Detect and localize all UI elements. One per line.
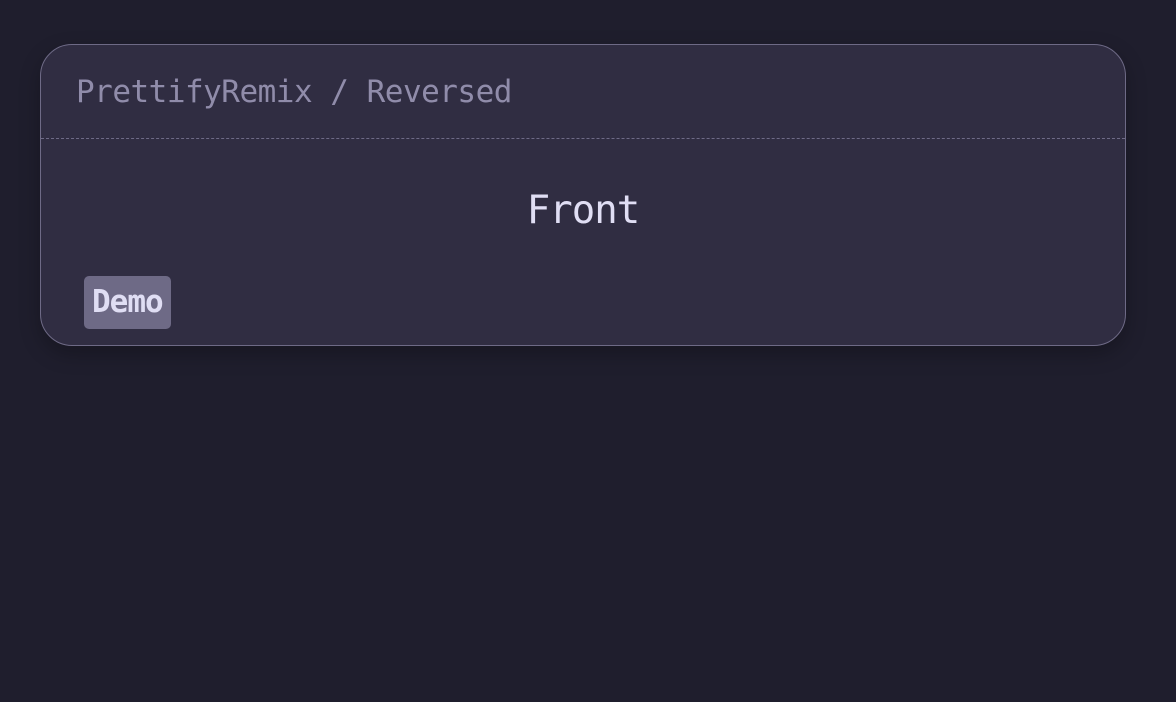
- card-header: PrettifyRemix / Reversed: [41, 45, 1125, 139]
- deck-breadcrumb: PrettifyRemix / Reversed: [76, 74, 512, 110]
- tag-badge[interactable]: Demo: [84, 276, 171, 329]
- card-front-text: Front: [526, 188, 640, 233]
- flashcard[interactable]: PrettifyRemix / Reversed Front Demo: [40, 44, 1126, 346]
